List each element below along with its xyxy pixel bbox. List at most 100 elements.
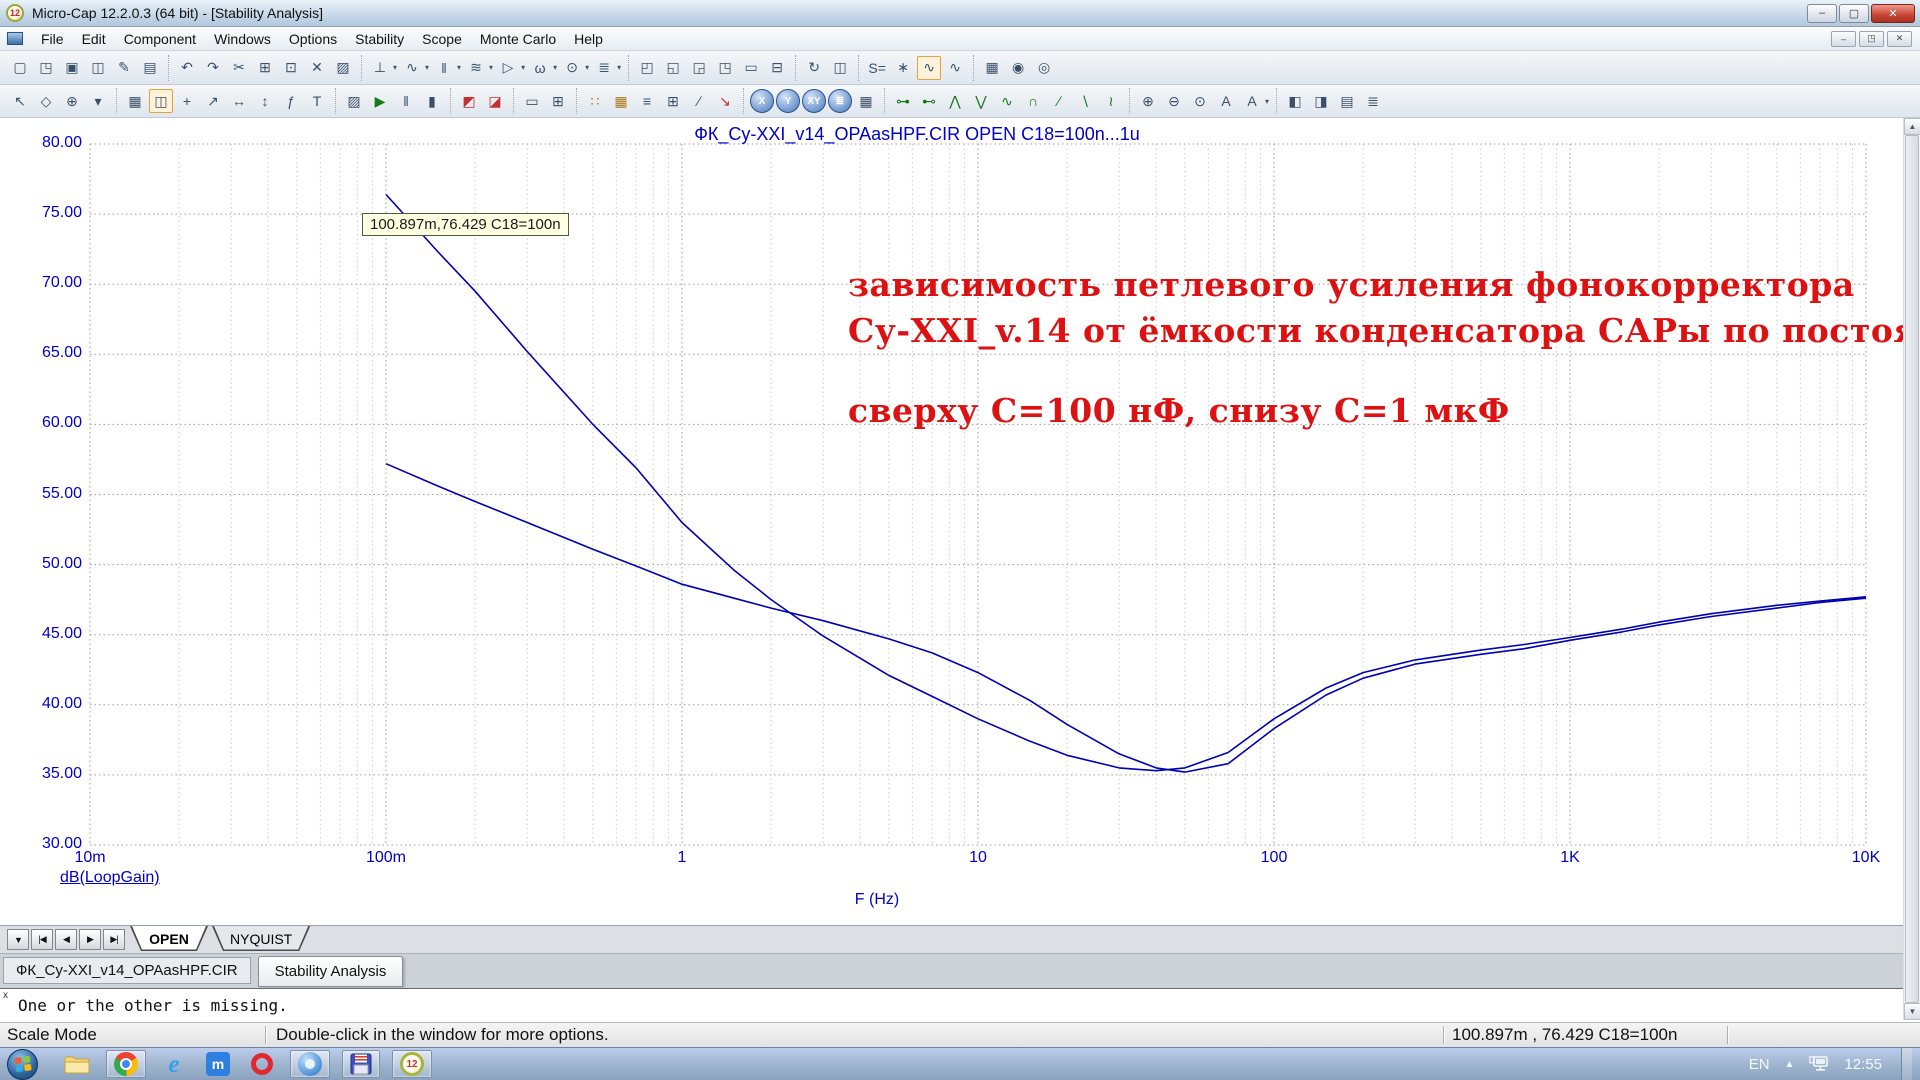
battery-component-icon[interactable]: ≣ <box>592 56 616 80</box>
zoom-out-icon[interactable]: ⊖ <box>1162 89 1186 113</box>
maximize-window-icon[interactable]: ▭ <box>739 56 763 80</box>
plot-canvas[interactable] <box>0 118 1920 925</box>
formula-icon[interactable]: ƒ <box>279 89 303 113</box>
analysis-plot-icon[interactable]: ∿ <box>917 56 941 80</box>
overlap-windows-icon[interactable]: ◳ <box>713 56 737 80</box>
taskbar-micro-cap[interactable]: 12 <box>392 1050 432 1078</box>
scrollbar-thumb[interactable] <box>1905 135 1919 1003</box>
plot-edit-icon[interactable]: ∿ <box>943 56 967 80</box>
log-scale-icon[interactable]: ≣ <box>828 89 852 113</box>
save-as-icon[interactable]: ◫ <box>86 56 110 80</box>
taskbar-windows-explorer[interactable] <box>60 1050 94 1078</box>
select-mode-icon[interactable]: ↖ <box>8 89 32 113</box>
xy-scale-icon[interactable]: XY <box>802 89 826 113</box>
diode-component-icon[interactable]: ▷ <box>496 56 520 80</box>
menu-windows[interactable]: Windows <box>205 28 280 50</box>
help-icon[interactable]: ◉ <box>1006 56 1030 80</box>
tile-vertical-icon[interactable]: ◱ <box>661 56 685 80</box>
font-icon[interactable]: A <box>1214 89 1238 113</box>
ground-component-icon[interactable]: ⊥ <box>368 56 392 80</box>
show-desktop-button[interactable] <box>1901 1048 1912 1080</box>
taskbar-google-chrome[interactable] <box>106 1050 146 1078</box>
battery-component-icon-dropdown[interactable]: ▾ <box>617 63 621 72</box>
text-color-icon-dropdown[interactable]: ▾ <box>1265 97 1269 106</box>
minimize-button[interactable]: – <box>1807 4 1837 23</box>
mdi-close-button[interactable]: ✕ <box>1887 31 1912 47</box>
menu-edit[interactable]: Edit <box>73 28 115 50</box>
inflection-icon[interactable]: ≀ <box>1099 89 1123 113</box>
mdi-restore-button[interactable]: ◳ <box>1859 31 1884 47</box>
brush-icon[interactable]: ▨ <box>342 89 366 113</box>
calculator-icon[interactable]: ⊟ <box>765 56 789 80</box>
window-select-icon[interactable]: ◫ <box>828 56 852 80</box>
menu-file[interactable]: File <box>32 28 73 50</box>
copy-graphics-icon[interactable]: ◧ <box>1283 89 1307 113</box>
redo-icon[interactable]: ↷ <box>201 56 225 80</box>
grid-lines-icon[interactable]: ▦ <box>609 89 633 113</box>
menu-help[interactable]: Help <box>565 28 612 50</box>
cursor-mode-icon[interactable]: + <box>175 89 199 113</box>
peak-icon[interactable]: ⋀ <box>943 89 967 113</box>
resistor-component-icon-dropdown[interactable]: ▾ <box>489 63 493 72</box>
horizontal-lines-icon[interactable]: ≡ <box>635 89 659 113</box>
zoom-mode-icon[interactable]: ⊕ <box>60 89 84 113</box>
tag-point-icon[interactable]: ↗ <box>201 89 225 113</box>
web-icon[interactable]: ◎ <box>1032 56 1056 80</box>
low-icon[interactable]: ∩ <box>1021 89 1045 113</box>
data-points-icon[interactable]: ∷ <box>583 89 607 113</box>
pin-component-icon[interactable]: ⊙ <box>560 56 584 80</box>
menu-options[interactable]: Options <box>280 28 346 50</box>
cursor-left-icon[interactable]: ⊶ <box>891 89 915 113</box>
pause-icon[interactable]: ‖ <box>394 89 418 113</box>
tag-vertical-icon[interactable]: ↕ <box>253 89 277 113</box>
waveform-expression-link[interactable]: dB(LoopGain) <box>60 869 160 887</box>
pan-mode-icon[interactable]: ◇ <box>34 89 58 113</box>
revert-icon[interactable]: ✎ <box>112 56 136 80</box>
text-color-icon[interactable]: A <box>1240 89 1264 113</box>
resistor-component-icon[interactable]: ≋ <box>464 56 488 80</box>
graph-paper-icon[interactable]: ⊞ <box>661 89 685 113</box>
tag-horizontal-icon[interactable]: ↔ <box>227 89 251 113</box>
y-scale-icon[interactable]: Y <box>776 89 800 113</box>
optimizer-icon[interactable]: ∗ <box>891 56 915 80</box>
start-button[interactable] <box>7 1049 38 1080</box>
taskbar-internet-explorer[interactable]: e <box>158 1050 190 1078</box>
layers-icon[interactable]: ≣ <box>1361 89 1385 113</box>
stop-icon[interactable]: ▮ <box>420 89 444 113</box>
new-file-icon[interactable]: ▢ <box>8 56 32 80</box>
copy-icon[interactable]: ⊞ <box>253 56 277 80</box>
save-icon[interactable]: ▣ <box>60 56 84 80</box>
language-indicator[interactable]: EN <box>1749 1056 1770 1073</box>
scroll-up-icon[interactable]: ▲ <box>1904 118 1920 135</box>
undo-icon[interactable]: ↶ <box>175 56 199 80</box>
slope-up-icon[interactable]: ∕ <box>1047 89 1071 113</box>
last-page-button[interactable]: ▶| <box>103 929 125 950</box>
tab-stability-analysis[interactable]: Stability Analysis <box>258 956 404 987</box>
source-component-icon-dropdown[interactable]: ▾ <box>425 63 429 72</box>
first-page-button[interactable]: |◀ <box>31 929 53 950</box>
next-page-button[interactable]: ▶ <box>79 929 101 950</box>
prev-page-button[interactable]: ◀ <box>55 929 77 950</box>
taskbar-save-utility[interactable] <box>342 1050 380 1078</box>
analysis-properties-icon[interactable]: ◪ <box>483 89 507 113</box>
cascade-windows-icon[interactable]: ◰ <box>635 56 659 80</box>
zoom-select-icon[interactable]: ⊙ <box>1188 89 1212 113</box>
cursor-right-icon[interactable]: ⊷ <box>917 89 941 113</box>
page-scroll-menu-button[interactable]: ▼ <box>7 929 29 950</box>
grid-icon[interactable]: ⊞ <box>546 89 570 113</box>
save-graphics-icon[interactable]: ◨ <box>1309 89 1333 113</box>
ruler-icon[interactable]: ▭ <box>520 89 544 113</box>
tangent-icon[interactable]: ↘ <box>713 89 737 113</box>
taskbar-blue-app[interactable] <box>290 1050 330 1078</box>
schematic-window-icon[interactable]: ▦ <box>123 89 147 113</box>
menu-scope[interactable]: Scope <box>413 28 471 50</box>
document-window-icon[interactable] <box>7 32 23 45</box>
refresh-icon[interactable]: ↻ <box>802 56 826 80</box>
taskbar-opera-browser[interactable] <box>246 1050 278 1078</box>
maximize-button[interactable]: ▢ <box>1839 4 1869 23</box>
inductor-component-icon[interactable]: ω <box>528 56 552 80</box>
capacitor-component-icon[interactable]: ‖ <box>432 56 456 80</box>
slope-icon[interactable]: ∕ <box>687 89 711 113</box>
tab-circuit-file[interactable]: ФК_Су-XXI_v14_OPAasHPF.CIR <box>3 957 251 984</box>
valley-icon[interactable]: ⋁ <box>969 89 993 113</box>
